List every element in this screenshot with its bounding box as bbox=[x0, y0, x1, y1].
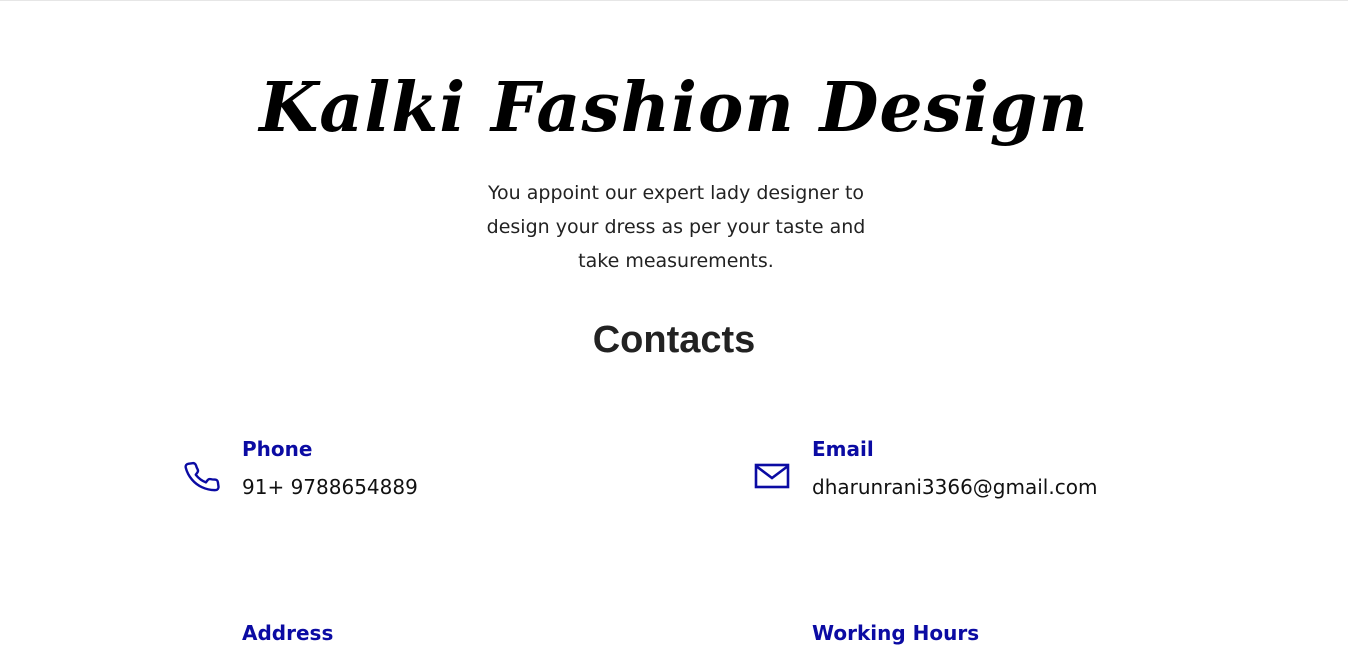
phone-label: Phone bbox=[242, 437, 313, 461]
brand-tagline: You appoint our expert lady designer to … bbox=[486, 182, 866, 272]
contacts-heading: Contacts bbox=[592, 319, 756, 361]
envelope-icon bbox=[754, 463, 790, 489]
email-value[interactable]: dharunrani3366@gmail.com bbox=[812, 473, 1097, 501]
top-divider bbox=[0, 0, 1348, 1]
email-label: Email bbox=[812, 437, 874, 461]
phone-value[interactable]: 91+ 9788654889 bbox=[242, 473, 418, 501]
brand-title: Kalki Fashion Design bbox=[259, 68, 1089, 148]
address-label: Address bbox=[242, 621, 334, 645]
phone-icon bbox=[184, 461, 220, 492]
working-hours-label: Working Hours bbox=[812, 621, 980, 645]
